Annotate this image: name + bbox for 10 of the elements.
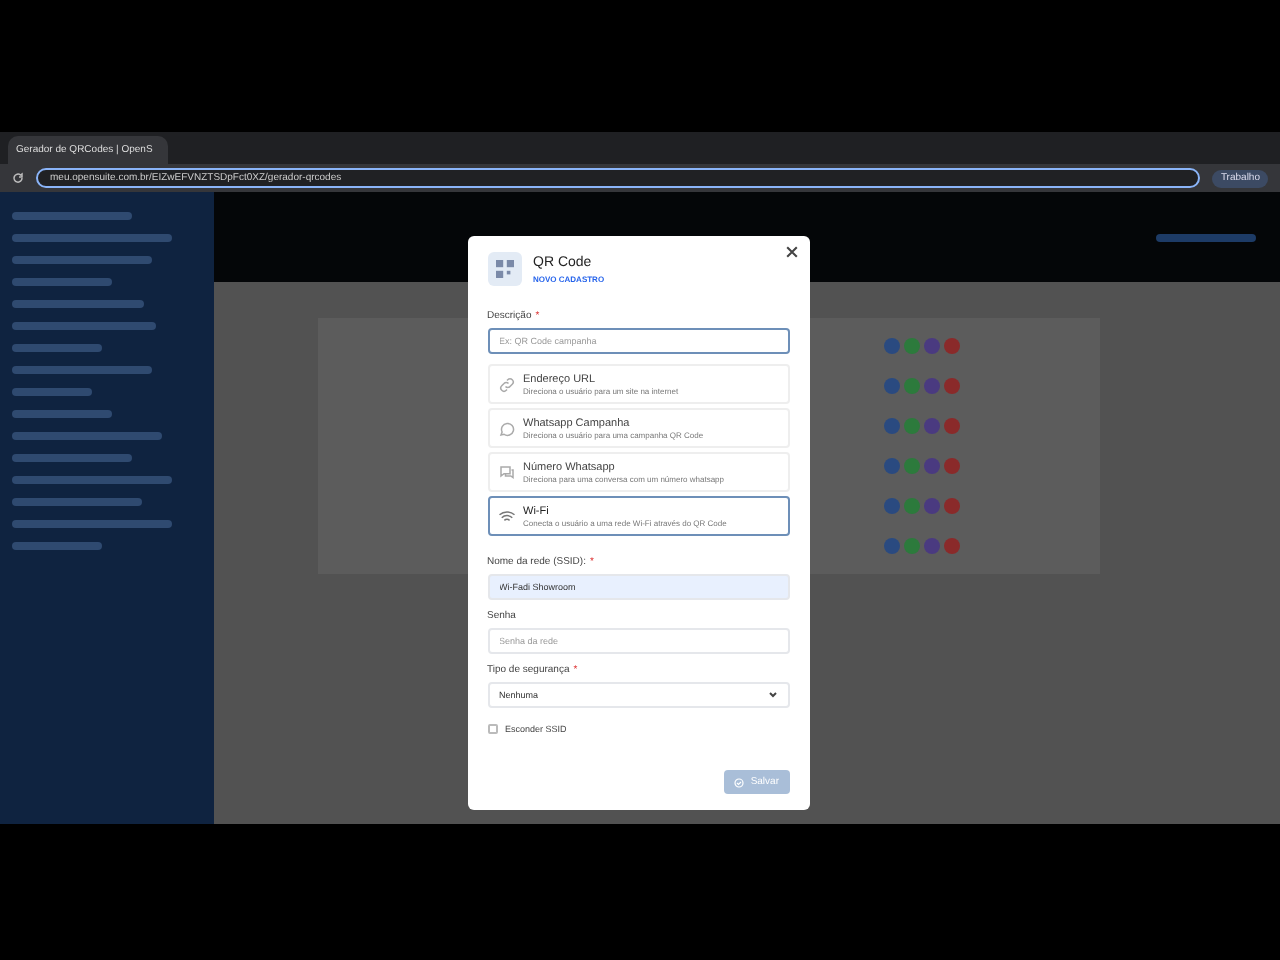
- checkbox[interactable]: [487, 724, 497, 734]
- chat-bubble-icon: [497, 419, 515, 437]
- qr-code-icon: [487, 252, 521, 286]
- chevron-down-icon: [767, 690, 777, 700]
- link-icon: [497, 375, 515, 393]
- close-button[interactable]: [783, 244, 799, 260]
- wifi-icon: [497, 507, 515, 525]
- chat-icon: [497, 463, 515, 481]
- reload-icon[interactable]: [12, 172, 24, 184]
- check-circle-icon: [734, 777, 745, 787]
